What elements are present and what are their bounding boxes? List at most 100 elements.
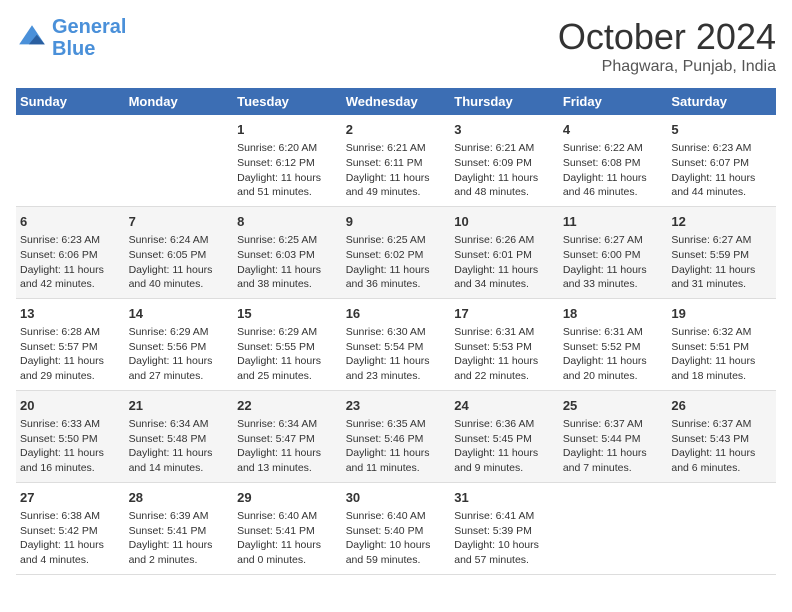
day-number: 5 bbox=[671, 121, 772, 139]
day-info: Sunset: 5:48 PM bbox=[129, 432, 230, 447]
day-number: 15 bbox=[237, 305, 338, 323]
day-info: Sunrise: 6:37 AM bbox=[671, 417, 772, 432]
day-number: 24 bbox=[454, 397, 555, 415]
day-number: 12 bbox=[671, 213, 772, 231]
title-block: October 2024 Phagwara, Punjab, India bbox=[558, 16, 776, 76]
day-info: Daylight: 11 hours and 14 minutes. bbox=[129, 446, 230, 475]
day-info: Sunset: 5:57 PM bbox=[20, 340, 121, 355]
day-info: Sunset: 5:50 PM bbox=[20, 432, 121, 447]
day-number: 17 bbox=[454, 305, 555, 323]
day-info: Daylight: 11 hours and 9 minutes. bbox=[454, 446, 555, 475]
day-info: Sunrise: 6:26 AM bbox=[454, 233, 555, 248]
day-number: 30 bbox=[346, 489, 447, 507]
calendar-cell: 10Sunrise: 6:26 AMSunset: 6:01 PMDayligh… bbox=[450, 206, 559, 298]
calendar-cell bbox=[559, 482, 668, 574]
calendar-cell: 5Sunrise: 6:23 AMSunset: 6:07 PMDaylight… bbox=[667, 115, 776, 206]
day-number: 2 bbox=[346, 121, 447, 139]
logo-text: General Blue bbox=[52, 16, 126, 60]
day-info: Sunrise: 6:33 AM bbox=[20, 417, 121, 432]
day-info: Sunset: 6:07 PM bbox=[671, 156, 772, 171]
day-info: Sunset: 6:06 PM bbox=[20, 248, 121, 263]
day-info: Sunset: 5:41 PM bbox=[237, 524, 338, 539]
day-info: Daylight: 11 hours and 29 minutes. bbox=[20, 354, 121, 383]
day-number: 3 bbox=[454, 121, 555, 139]
calendar-cell: 28Sunrise: 6:39 AMSunset: 5:41 PMDayligh… bbox=[125, 482, 234, 574]
day-header-sunday: Sunday bbox=[16, 88, 125, 115]
calendar-cell: 30Sunrise: 6:40 AMSunset: 5:40 PMDayligh… bbox=[342, 482, 451, 574]
day-info: Sunset: 5:55 PM bbox=[237, 340, 338, 355]
day-info: Sunrise: 6:31 AM bbox=[454, 325, 555, 340]
calendar-cell: 22Sunrise: 6:34 AMSunset: 5:47 PMDayligh… bbox=[233, 390, 342, 482]
day-info: Daylight: 11 hours and 0 minutes. bbox=[237, 538, 338, 567]
day-info: Sunrise: 6:35 AM bbox=[346, 417, 447, 432]
day-info: Sunrise: 6:37 AM bbox=[563, 417, 664, 432]
day-info: Sunrise: 6:32 AM bbox=[671, 325, 772, 340]
calendar-cell: 4Sunrise: 6:22 AMSunset: 6:08 PMDaylight… bbox=[559, 115, 668, 206]
calendar-cell: 8Sunrise: 6:25 AMSunset: 6:03 PMDaylight… bbox=[233, 206, 342, 298]
day-info: Sunset: 5:42 PM bbox=[20, 524, 121, 539]
calendar-cell: 2Sunrise: 6:21 AMSunset: 6:11 PMDaylight… bbox=[342, 115, 451, 206]
day-info: Daylight: 11 hours and 33 minutes. bbox=[563, 263, 664, 292]
day-info: Daylight: 11 hours and 46 minutes. bbox=[563, 171, 664, 200]
day-info: Sunset: 6:11 PM bbox=[346, 156, 447, 171]
day-number: 1 bbox=[237, 121, 338, 139]
day-number: 11 bbox=[563, 213, 664, 231]
day-info: Daylight: 11 hours and 49 minutes. bbox=[346, 171, 447, 200]
day-info: Sunrise: 6:23 AM bbox=[20, 233, 121, 248]
day-info: Sunrise: 6:25 AM bbox=[237, 233, 338, 248]
calendar-cell bbox=[667, 482, 776, 574]
day-number: 21 bbox=[129, 397, 230, 415]
day-number: 19 bbox=[671, 305, 772, 323]
day-info: Daylight: 11 hours and 42 minutes. bbox=[20, 263, 121, 292]
day-header-tuesday: Tuesday bbox=[233, 88, 342, 115]
day-info: Daylight: 11 hours and 4 minutes. bbox=[20, 538, 121, 567]
day-info: Sunrise: 6:34 AM bbox=[237, 417, 338, 432]
calendar-cell: 3Sunrise: 6:21 AMSunset: 6:09 PMDaylight… bbox=[450, 115, 559, 206]
day-number: 14 bbox=[129, 305, 230, 323]
calendar-cell: 20Sunrise: 6:33 AMSunset: 5:50 PMDayligh… bbox=[16, 390, 125, 482]
calendar-cell: 29Sunrise: 6:40 AMSunset: 5:41 PMDayligh… bbox=[233, 482, 342, 574]
day-header-friday: Friday bbox=[559, 88, 668, 115]
day-info: Sunset: 6:02 PM bbox=[346, 248, 447, 263]
calendar-cell: 6 Sunrise: 6:23 AMSunset: 6:06 PMDaylight… bbox=[16, 206, 125, 298]
calendar-cell: 19Sunrise: 6:32 AMSunset: 5:51 PMDayligh… bbox=[667, 298, 776, 390]
day-info: Sunset: 5:44 PM bbox=[563, 432, 664, 447]
day-info: Sunrise: 6:28 AM bbox=[20, 325, 121, 340]
day-info: Sunset: 6:09 PM bbox=[454, 156, 555, 171]
day-info: Daylight: 11 hours and 25 minutes. bbox=[237, 354, 338, 383]
calendar-cell: 24Sunrise: 6:36 AMSunset: 5:45 PMDayligh… bbox=[450, 390, 559, 482]
day-info: Sunrise: 6:40 AM bbox=[237, 509, 338, 524]
day-number: 26 bbox=[671, 397, 772, 415]
day-info: Sunset: 5:47 PM bbox=[237, 432, 338, 447]
day-info: Sunrise: 6:39 AM bbox=[129, 509, 230, 524]
day-info: Daylight: 11 hours and 38 minutes. bbox=[237, 263, 338, 292]
calendar-cell: 1Sunrise: 6:20 AMSunset: 6:12 PMDaylight… bbox=[233, 115, 342, 206]
location: Phagwara, Punjab, India bbox=[558, 58, 776, 76]
day-info: Daylight: 11 hours and 6 minutes. bbox=[671, 446, 772, 475]
day-info: Daylight: 11 hours and 27 minutes. bbox=[129, 354, 230, 383]
day-info: Sunset: 5:45 PM bbox=[454, 432, 555, 447]
day-info: Sunrise: 6:27 AM bbox=[563, 233, 664, 248]
day-info: Sunset: 5:53 PM bbox=[454, 340, 555, 355]
day-info: Sunset: 6:03 PM bbox=[237, 248, 338, 263]
day-info: Daylight: 11 hours and 13 minutes. bbox=[237, 446, 338, 475]
day-number: 28 bbox=[129, 489, 230, 507]
day-info: Sunset: 6:05 PM bbox=[129, 248, 230, 263]
day-info: Daylight: 11 hours and 51 minutes. bbox=[237, 171, 338, 200]
day-info: Sunrise: 6:41 AM bbox=[454, 509, 555, 524]
day-info: Daylight: 11 hours and 2 minutes. bbox=[129, 538, 230, 567]
calendar-cell: 17Sunrise: 6:31 AMSunset: 5:53 PMDayligh… bbox=[450, 298, 559, 390]
week-row-2: 6Sunrise: 6:23 AMSunset: 6:06 PMDaylight… bbox=[16, 206, 776, 298]
day-number: 23 bbox=[346, 397, 447, 415]
day-info: Daylight: 11 hours and 18 minutes. bbox=[671, 354, 772, 383]
calendar-cell bbox=[125, 115, 234, 206]
day-info: Sunrise: 6:30 AM bbox=[346, 325, 447, 340]
day-info: Sunrise: 6:25 AM bbox=[346, 233, 447, 248]
day-number: 6 bbox=[20, 213, 121, 231]
day-info: Sunset: 5:59 PM bbox=[671, 248, 772, 263]
header-row: SundayMondayTuesdayWednesdayThursdayFrid… bbox=[16, 88, 776, 115]
day-info: Sunrise: 6:21 AM bbox=[454, 141, 555, 156]
logo-general: General bbox=[52, 16, 126, 38]
calendar-cell: 31Sunrise: 6:41 AMSunset: 5:39 PMDayligh… bbox=[450, 482, 559, 574]
day-info: Daylight: 11 hours and 7 minutes. bbox=[563, 446, 664, 475]
